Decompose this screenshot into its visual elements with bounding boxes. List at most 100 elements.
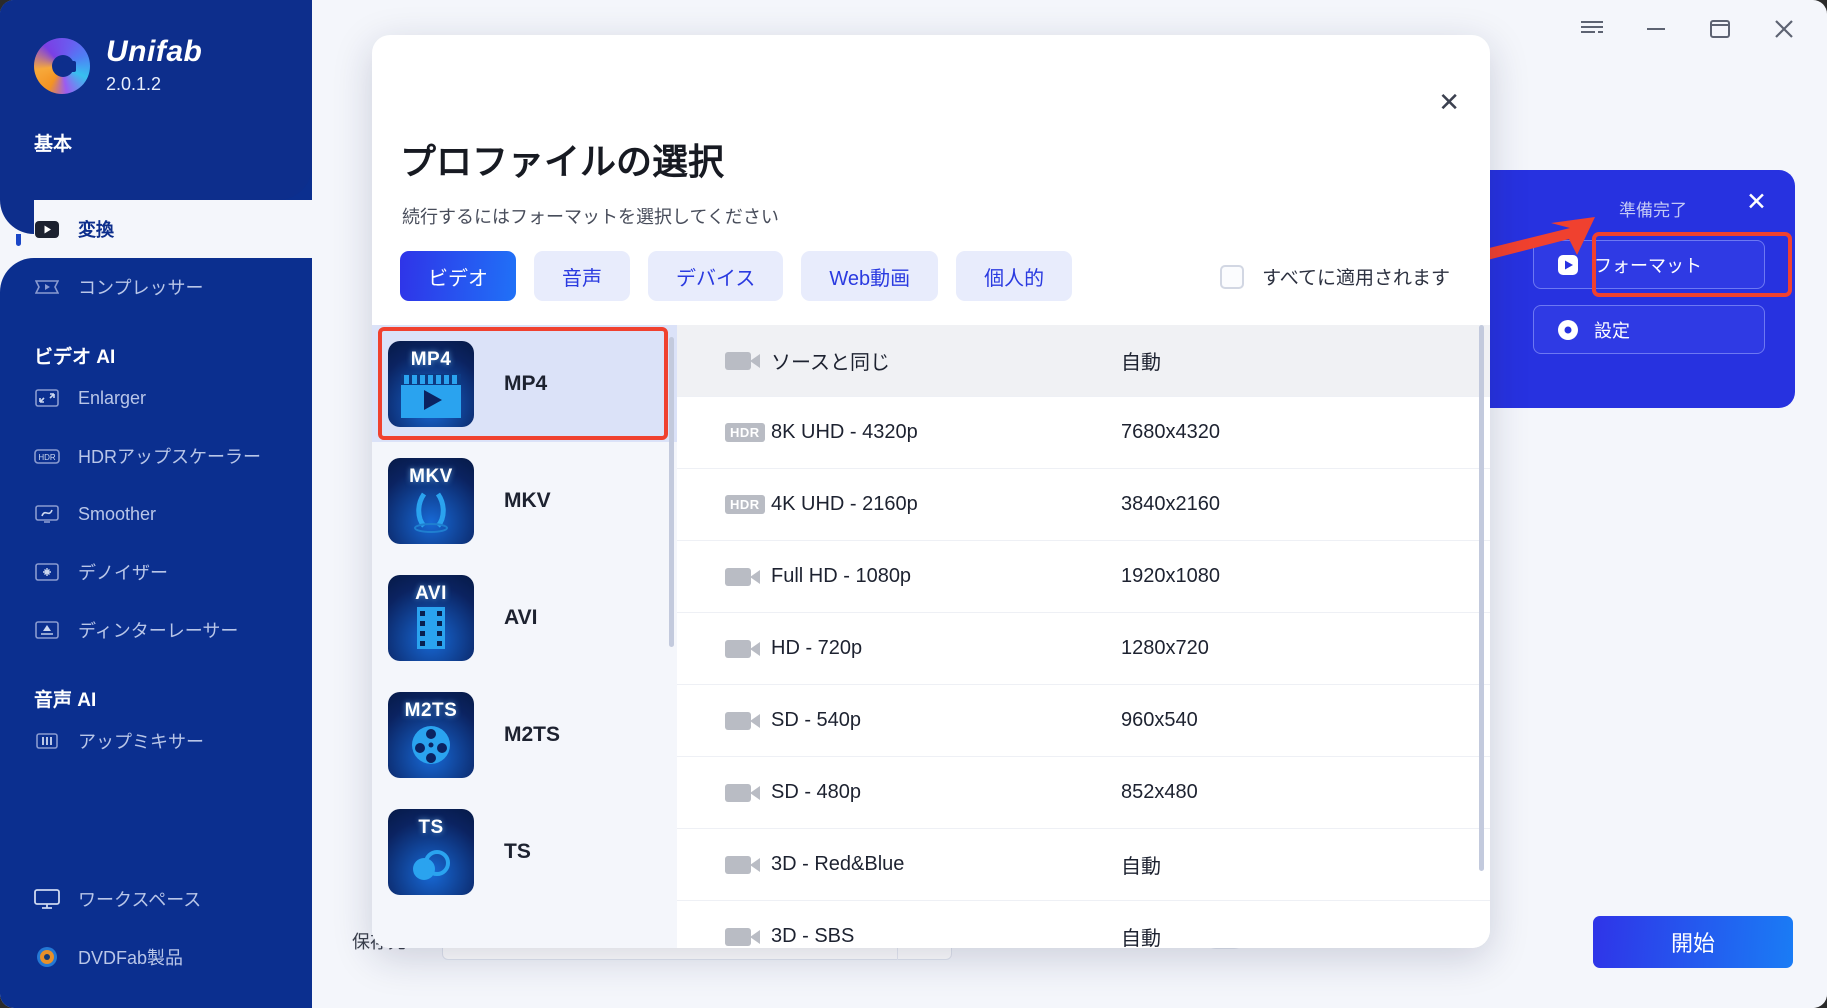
settings-button[interactable]: 設定: [1533, 305, 1765, 354]
sidebar-header: Unifab 2.0.1.2 基本: [0, 0, 312, 200]
dialog-close-icon[interactable]: ✕: [1438, 89, 1460, 115]
format-item-m2ts[interactable]: M2TS M2TS: [372, 676, 677, 793]
resolution-name: 4K UHD - 2160p: [771, 493, 1121, 516]
compressor-icon: [34, 275, 60, 299]
format-item-label: TS: [504, 840, 531, 864]
sidebar-section-video-ai: ビデオ AI: [0, 342, 312, 369]
format-item-avi[interactable]: AVI AVI: [372, 559, 677, 676]
resolution-name: 3D - SBS: [771, 925, 1121, 948]
resolution-row[interactable]: HDR 4K UHD - 2160p 3840x2160: [677, 469, 1490, 541]
sidebar-item-label: コンプレッサー: [78, 274, 203, 300]
sidebar-item-label: ワークスペース: [78, 886, 201, 912]
resolution-dimension: 自動: [1121, 850, 1161, 879]
app-version: 2.0.1.2: [106, 74, 202, 95]
camera-icon: [725, 712, 771, 730]
resolution-name: SD - 480p: [771, 781, 1121, 804]
settings-gear-icon: [1556, 318, 1580, 342]
mkv-format-icon: MKV: [388, 458, 474, 544]
resolution-row[interactable]: Full HD - 1080p 1920x1080: [677, 541, 1490, 613]
ts-format-icon: TS: [388, 809, 474, 895]
resolution-row[interactable]: 3D - SBS 自動: [677, 901, 1490, 948]
sidebar-item-label: ディンターレーサー: [78, 617, 238, 643]
resolution-row[interactable]: ソースと同じ 自動: [677, 325, 1490, 397]
format-item-label: AVI: [504, 606, 537, 630]
hdr-upscaler-icon: HDR: [34, 444, 60, 468]
sidebar-item-dvdfab-products[interactable]: DVDFab製品: [0, 928, 312, 986]
format-list: MP4 MP4 MKV MKV AVI: [372, 325, 677, 948]
avi-format-icon: AVI: [388, 575, 474, 661]
maximize-button[interactable]: [1705, 14, 1735, 44]
dialog-title: プロファイルの選択: [400, 133, 724, 185]
mp4-format-icon: MP4: [388, 341, 474, 427]
format-icon-badge: AVI: [415, 583, 447, 605]
resolution-dimension: 7680x4320: [1121, 421, 1220, 444]
resolution-row[interactable]: HDR 8K UHD - 4320p 7680x4320: [677, 397, 1490, 469]
resolution-dimension: 自動: [1121, 922, 1161, 948]
job-close-icon[interactable]: ✕: [1746, 190, 1767, 215]
format-list-scrollbar[interactable]: [669, 337, 674, 647]
apply-to-all-checkbox[interactable]: [1220, 265, 1244, 289]
m2ts-format-icon: M2TS: [388, 692, 474, 778]
format-item-mp4[interactable]: MP4 MP4: [372, 325, 677, 442]
resolution-dimension: 1920x1080: [1121, 565, 1220, 588]
apply-to-all-label: すべてに適用されます: [1262, 263, 1450, 290]
sidebar-item-smoother[interactable]: Smoother: [0, 485, 312, 543]
format-item-mkv[interactable]: MKV MKV: [372, 442, 677, 559]
resolution-dimension: 852x480: [1121, 781, 1198, 804]
dvdfab-icon: [34, 945, 60, 969]
tab-device[interactable]: デバイス: [648, 251, 783, 301]
camera-icon: [725, 928, 771, 946]
format-item-label: MKV: [504, 489, 551, 513]
sidebar-item-deinterlacer[interactable]: ディンターレーサー: [0, 601, 312, 659]
category-tabs: ビデオ 音声 デバイス Web動画 個人的: [400, 251, 1072, 301]
menu-hamburger-icon[interactable]: [1577, 14, 1607, 44]
sidebar-item-compressor[interactable]: コンプレッサー: [0, 258, 312, 316]
minimize-button[interactable]: [1641, 14, 1671, 44]
app-window: Unifab 2.0.1.2 基本 変換 コンプレッサー ビデオ AI: [0, 0, 1827, 1008]
format-item-label: MP4: [504, 372, 547, 396]
sidebar-item-label: DVDFab製品: [78, 944, 183, 970]
format-button-highlight: [1592, 232, 1792, 297]
sidebar-item-convert[interactable]: 変換: [0, 200, 312, 258]
tab-video[interactable]: ビデオ: [400, 251, 516, 301]
format-item-ts[interactable]: TS TS: [372, 793, 677, 910]
resolution-name: SD - 540p: [771, 709, 1121, 732]
resolution-row[interactable]: SD - 540p 960x540: [677, 685, 1490, 757]
format-item-label: M2TS: [504, 723, 560, 747]
smoother-icon: [34, 502, 60, 526]
hdr-badge-icon: HDR: [725, 495, 771, 514]
sidebar-section-audio-ai: 音声 AI: [0, 685, 312, 712]
sidebar-item-enlarger[interactable]: Enlarger: [0, 369, 312, 427]
close-button[interactable]: [1769, 14, 1799, 44]
deinterlacer-icon: [34, 618, 60, 642]
sidebar-item-denoiser[interactable]: デノイザー: [0, 543, 312, 601]
sidebar-item-workspace[interactable]: ワークスペース: [0, 870, 312, 928]
sidebar-item-upmixer[interactable]: アップミキサー: [0, 712, 312, 770]
camera-icon: [725, 640, 771, 658]
convert-icon: [34, 217, 60, 241]
resolution-row[interactable]: HD - 720p 1280x720: [677, 613, 1490, 685]
resolution-dimension: 3840x2160: [1121, 493, 1220, 516]
camera-icon: [725, 568, 771, 586]
resolution-row[interactable]: 3D - Red&Blue 自動: [677, 829, 1490, 901]
apply-to-all-row[interactable]: すべてに適用されます: [1220, 263, 1450, 290]
start-button[interactable]: 開始: [1593, 916, 1793, 968]
app-name: Unifab: [106, 37, 202, 67]
camera-icon: [725, 856, 771, 874]
resolution-row[interactable]: SD - 480p 852x480: [677, 757, 1490, 829]
camera-icon: [725, 352, 771, 370]
sidebar-item-hdr-upscaler[interactable]: HDR HDRアップスケーラー: [0, 427, 312, 485]
settings-button-label: 設定: [1594, 317, 1630, 343]
upmixer-icon: [34, 729, 60, 753]
tab-personal[interactable]: 個人的: [956, 251, 1072, 301]
profile-selection-dialog: ✕ プロファイルの選択 続行するにはフォーマットを選択してください ビデオ 音声…: [372, 35, 1490, 948]
sidebar-bottom-group: ワークスペース DVDFab製品: [0, 870, 312, 1008]
resolution-dimension: 自動: [1121, 346, 1161, 375]
resolution-name: 3D - Red&Blue: [771, 853, 1121, 876]
sidebar-item-label: Smoother: [78, 504, 156, 525]
tab-audio[interactable]: 音声: [534, 251, 630, 301]
resolution-list-scrollbar[interactable]: [1479, 325, 1484, 871]
tab-web-video[interactable]: Web動画: [801, 251, 938, 301]
format-icon-badge: MP4: [411, 349, 452, 371]
denoiser-icon: [34, 560, 60, 584]
